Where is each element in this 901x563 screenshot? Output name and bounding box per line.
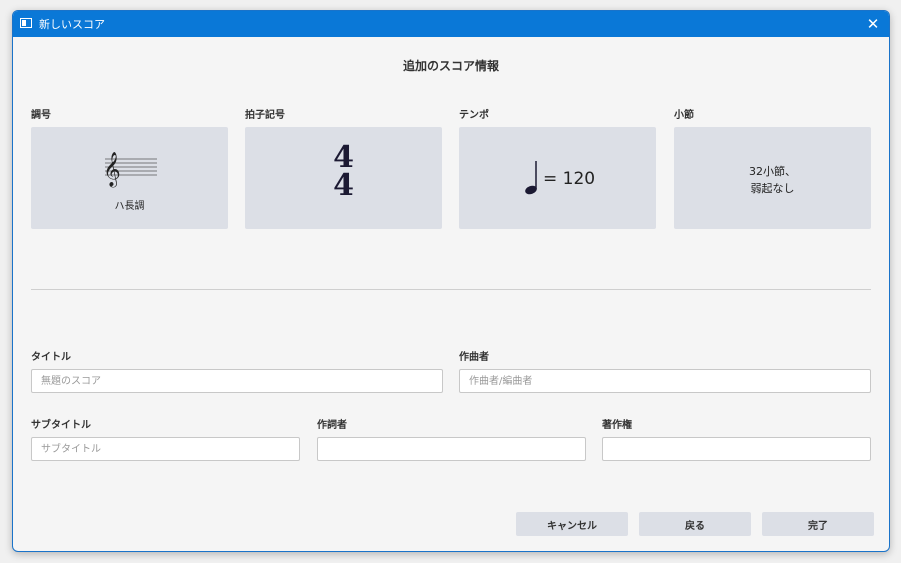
divider	[31, 289, 871, 290]
tempo-card[interactable]: = 120	[459, 127, 656, 229]
time-signature-card[interactable]: 4 4	[245, 127, 442, 229]
title-input[interactable]	[31, 369, 443, 393]
time-signature-denominator: 4	[333, 168, 354, 203]
quarter-note-icon	[525, 161, 537, 195]
subtitle-input[interactable]	[31, 437, 300, 461]
window-title: 新しいスコア	[39, 18, 105, 31]
back-button[interactable]: 戻る	[639, 512, 751, 536]
composer-input[interactable]	[459, 369, 871, 393]
copyright-input[interactable]	[602, 437, 871, 461]
new-score-dialog: 新しいスコア ✕ 追加のスコア情報 調号 𝄞 ハ長調 拍子記号 4 4 テンポ …	[12, 10, 890, 552]
finish-button[interactable]: 完了	[762, 512, 874, 536]
measures-label: 小節	[674, 110, 694, 121]
key-signature-value: ハ長調	[114, 201, 145, 212]
composer-label: 作曲者	[459, 352, 489, 363]
treble-clef-icon: 𝄞	[103, 152, 157, 188]
tempo-value: = 120	[543, 169, 596, 189]
lyricist-input[interactable]	[317, 437, 586, 461]
cancel-button[interactable]: キャンセル	[516, 512, 628, 536]
copyright-label: 著作権	[602, 420, 632, 431]
measures-pickup: 弱起なし	[750, 182, 795, 195]
close-icon[interactable]: ✕	[863, 14, 883, 34]
dialog-heading: 追加のスコア情報	[402, 59, 499, 73]
key-signature-card[interactable]: 𝄞 ハ長調	[31, 127, 228, 229]
measures-count: 32小節、	[749, 165, 796, 178]
title-label: タイトル	[31, 352, 71, 363]
subtitle-label: サブタイトル	[31, 420, 91, 431]
lyricist-label: 作詞者	[317, 420, 347, 431]
title-bar: 新しいスコア ✕	[13, 11, 889, 37]
key-signature-label: 調号	[31, 110, 51, 121]
time-signature-label: 拍子記号	[245, 110, 285, 121]
svg-text:𝄞: 𝄞	[103, 152, 121, 188]
window-icon	[20, 18, 32, 28]
tempo-label: テンポ	[459, 110, 489, 121]
measures-card[interactable]: 32小節、 弱起なし	[674, 127, 871, 229]
